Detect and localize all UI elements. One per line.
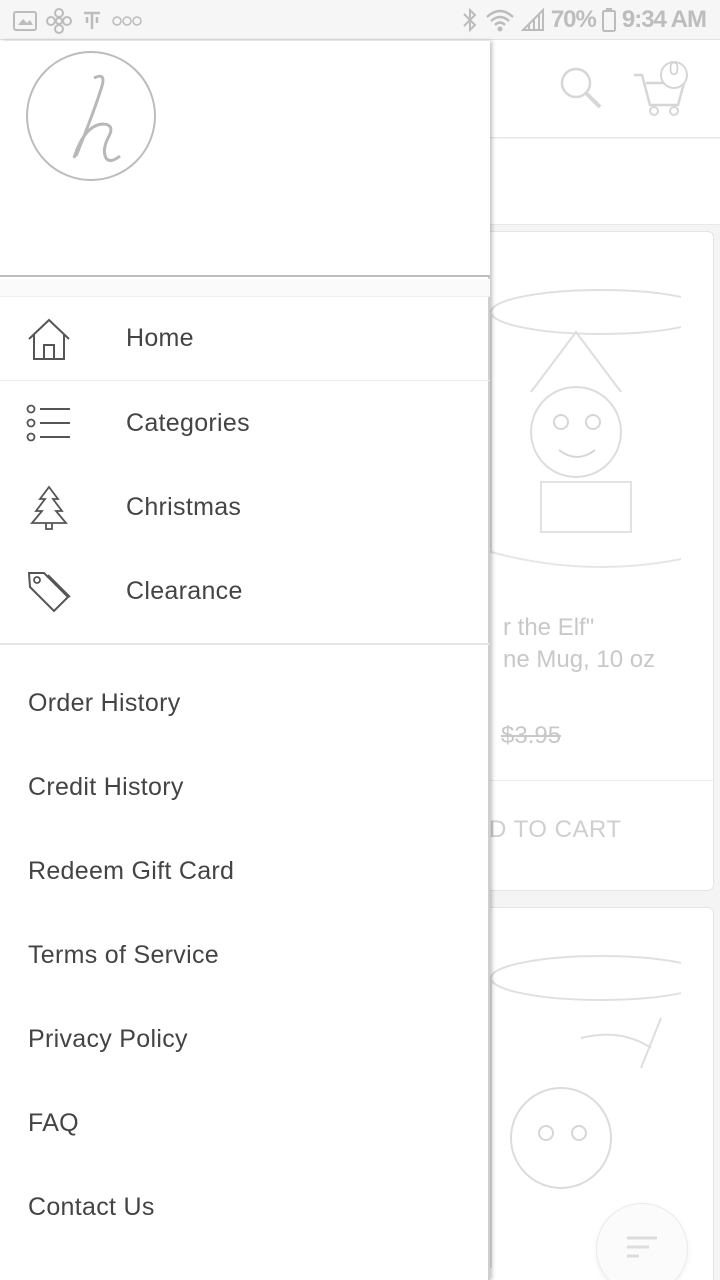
more-notifications-icon — [112, 15, 142, 27]
tag-icon — [26, 569, 72, 615]
carrier-icon — [80, 9, 104, 33]
drawer-header — [0, 41, 490, 277]
link-label: Redeem Gift Card — [28, 856, 235, 885]
system-icons: 70% 9:34 AM — [461, 6, 707, 34]
home-icon — [26, 317, 72, 363]
link-faq[interactable]: FAQ — [0, 1081, 490, 1165]
add-to-cart-button[interactable]: D TO CART — [489, 816, 622, 844]
nav-item-home[interactable]: Home — [0, 297, 490, 381]
nav-item-christmas[interactable]: Christmas — [0, 465, 490, 549]
nav-item-categories[interactable]: Categories — [0, 381, 490, 465]
battery-percent: 70% — [550, 6, 597, 33]
notification-icons — [12, 8, 142, 34]
nav-item-label: Home — [126, 324, 194, 352]
filter-icon — [625, 1233, 659, 1266]
nav-item-label: Clearance — [126, 576, 243, 605]
link-order-history[interactable]: Order History — [0, 661, 490, 745]
list-icon — [26, 401, 72, 447]
product-title[interactable]: r the Elf" ne Mug, 10 oz — [503, 612, 655, 676]
image-notification-icon — [12, 10, 38, 32]
wifi-icon — [485, 8, 515, 32]
pinwheel-icon — [46, 8, 72, 34]
clock: 9:34 AM — [621, 6, 707, 33]
navigation-drawer: Home Categories Christmas Clearance Orde… — [0, 41, 490, 1280]
product-title-line-2: ne Mug, 10 oz — [503, 646, 656, 673]
nav-item-label: Categories — [126, 408, 250, 437]
search-icon[interactable] — [556, 63, 604, 116]
nav-item-clearance[interactable]: Clearance — [0, 549, 490, 633]
link-redeem-gift-card[interactable]: Redeem Gift Card — [0, 829, 490, 913]
link-label: Privacy Policy — [28, 1024, 188, 1053]
battery-icon — [601, 8, 616, 32]
link-label: Contact Us — [28, 1192, 155, 1221]
brand-logo[interactable] — [26, 51, 156, 181]
link-label: Terms of Service — [28, 940, 219, 969]
product-old-price: $3.95 — [501, 722, 562, 749]
link-terms-of-service[interactable]: Terms of Service — [0, 913, 490, 997]
link-contact-us[interactable]: Contact Us — [0, 1165, 490, 1249]
drawer-divider — [0, 643, 490, 645]
product-title-line-1: r the Elf" — [503, 614, 595, 641]
product-image — [481, 272, 712, 577]
bluetooth-icon — [461, 7, 479, 33]
tree-icon — [26, 485, 72, 531]
link-credit-history[interactable]: Credit History — [0, 745, 490, 829]
link-label: Credit History — [28, 772, 184, 801]
signal-icon — [520, 8, 545, 32]
link-privacy-policy[interactable]: Privacy Policy — [0, 997, 490, 1081]
cart-count-badge: 0 — [669, 59, 680, 79]
nav-item-label: Christmas — [126, 492, 242, 521]
link-label: Order History — [28, 688, 181, 717]
status-bar: 70% 9:34 AM — [0, 0, 720, 40]
cart-icon[interactable]: 0 — [632, 59, 692, 122]
link-label: FAQ — [28, 1108, 79, 1137]
header-separator — [0, 279, 490, 297]
